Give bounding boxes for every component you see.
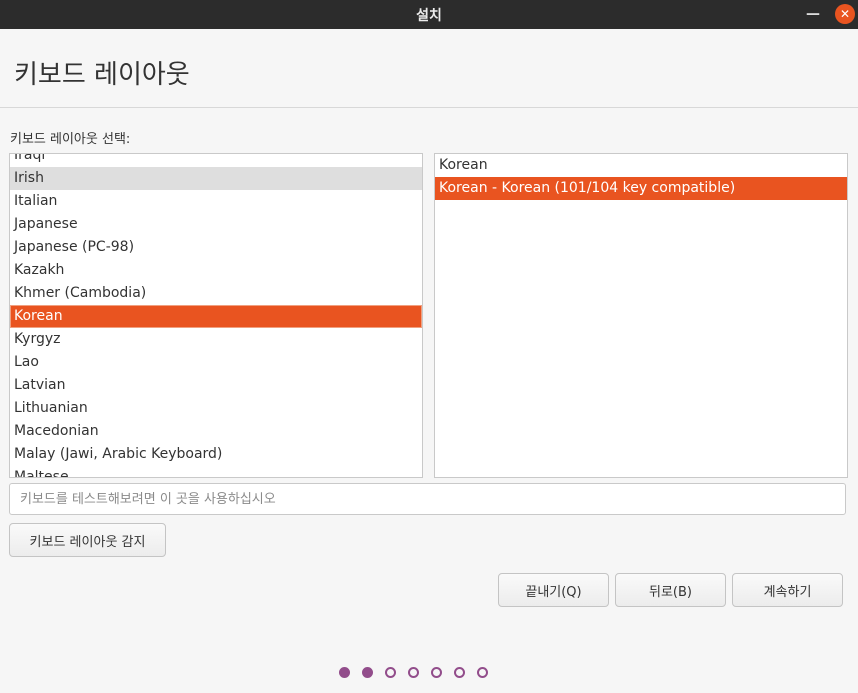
close-icon[interactable]: ✕ xyxy=(835,4,855,24)
progress-dot xyxy=(385,667,396,678)
layout-list-item[interactable]: Kyrgyz xyxy=(10,328,422,351)
layout-list-item[interactable]: Korean xyxy=(10,305,422,328)
layout-list-item[interactable]: Kazakh xyxy=(10,259,422,282)
layout-list-item[interactable]: Lithuanian xyxy=(10,397,422,420)
variant-list-item[interactable]: Korean - Korean (101/104 key compatible) xyxy=(435,177,847,200)
detect-layout-button[interactable]: 키보드 레이아웃 감지 xyxy=(9,523,166,557)
keyboard-variant-list[interactable]: Korean Korean - Korean (101/104 key compa… xyxy=(434,153,848,478)
quit-button[interactable]: 끝내기(Q) xyxy=(498,573,609,607)
page-header: 키보드 레이아웃 xyxy=(0,29,858,108)
layout-list-item[interactable]: Latvian xyxy=(10,374,422,397)
window-titlebar: 설치 — ✕ xyxy=(0,0,858,29)
keyboard-layout-list-items: Iraqi Irish Italian Japanese Japanese (PC-98… xyxy=(10,154,422,477)
layout-list-item[interactable]: Lao xyxy=(10,351,422,374)
continue-button[interactable]: 계속하기 xyxy=(732,573,843,607)
keyboard-test-input[interactable] xyxy=(9,483,846,515)
layout-select-label: 키보드 레이아웃 선택: xyxy=(10,132,131,147)
layout-list-item[interactable]: Maltese xyxy=(10,466,422,477)
progress-dot xyxy=(408,667,419,678)
progress-dot xyxy=(454,667,465,678)
progress-dot xyxy=(362,667,373,678)
progress-dot xyxy=(339,667,350,678)
keyboard-variant-list-items: Korean Korean - Korean (101/104 key compa… xyxy=(435,154,847,200)
variant-list-item[interactable]: Korean xyxy=(435,154,847,177)
progress-dot xyxy=(431,667,442,678)
layout-list-item[interactable]: Macedonian xyxy=(10,420,422,443)
window-title: 설치 xyxy=(416,7,442,24)
layout-list-item[interactable]: Japanese (PC-98) xyxy=(10,236,422,259)
progress-dots xyxy=(339,667,488,678)
layout-list-item[interactable]: Khmer (Cambodia) xyxy=(10,282,422,305)
layout-list-item[interactable]: Irish xyxy=(10,167,422,190)
keyboard-layout-list[interactable]: Iraqi Irish Italian Japanese Japanese (PC-98… xyxy=(9,153,423,478)
layout-list-item[interactable]: Iraqi xyxy=(10,154,422,167)
progress-dot xyxy=(477,667,488,678)
layout-list-item[interactable]: Japanese xyxy=(10,213,422,236)
minimize-icon[interactable]: — xyxy=(804,5,822,23)
page-title: 키보드 레이아웃 xyxy=(14,60,190,90)
layout-list-item[interactable]: Italian xyxy=(10,190,422,213)
back-button[interactable]: 뒤로(B) xyxy=(615,573,726,607)
layout-list-item[interactable]: Malay (Jawi, Arabic Keyboard) xyxy=(10,443,422,466)
